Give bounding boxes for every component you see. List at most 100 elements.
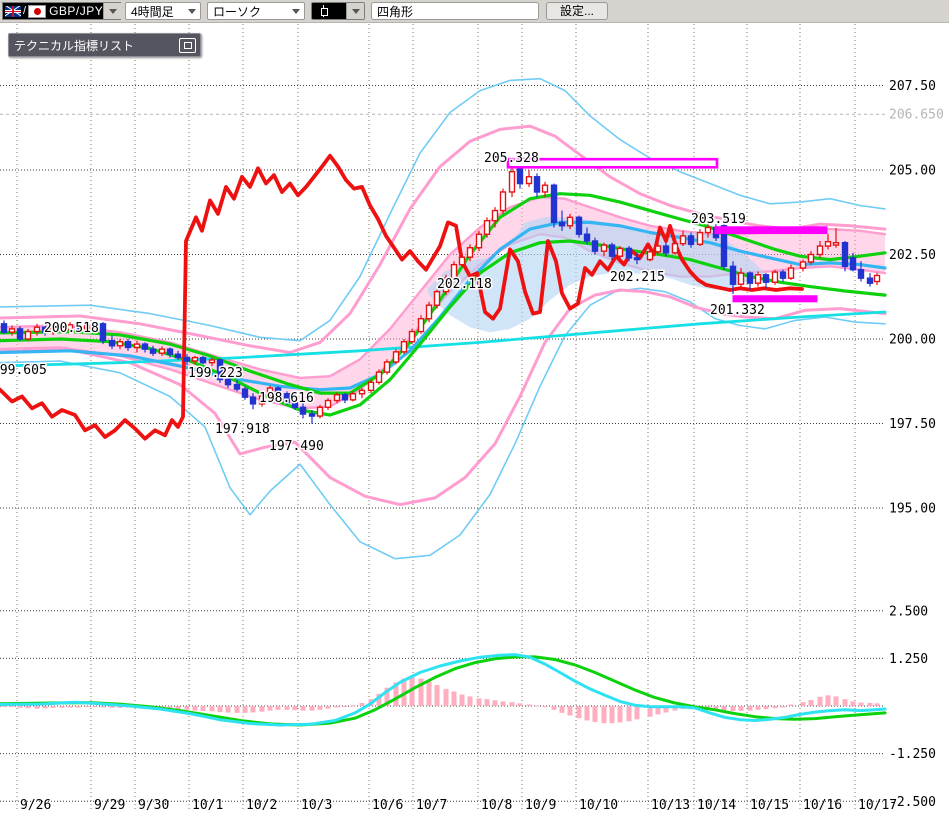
price-annotation-label: 202.118 (437, 277, 492, 292)
macd-histogram-bar (67, 706, 73, 708)
macd-histogram-bar (833, 696, 839, 706)
candle-up (333, 394, 341, 402)
axis-label: 202.50 (889, 248, 936, 263)
red-indicator-line (0, 153, 804, 441)
currency-pair-select[interactable]: / GBP/JPY (2, 2, 122, 20)
price-annotation-label: 203.519 (691, 212, 746, 227)
candle-down (558, 221, 566, 227)
axis-label: 10/3 (301, 798, 332, 813)
candle-up (375, 371, 383, 383)
candle-up (499, 191, 507, 212)
macd-histogram-bar (592, 706, 598, 723)
macd-histogram-bar (517, 703, 523, 706)
macd-histogram-bar (434, 685, 440, 706)
macd-histogram-bar (267, 706, 273, 711)
axis-label: 2.500 (889, 604, 928, 619)
candle-up (8, 328, 16, 333)
candle-down (16, 328, 24, 340)
axis-label: 10/1 (192, 798, 223, 813)
timeframe-label: 4時間足 (131, 4, 174, 19)
macd-histogram-bar (817, 696, 823, 706)
macd-histogram-bar (867, 702, 873, 706)
candle-down (141, 343, 149, 350)
drawn-rectangle[interactable] (732, 295, 818, 303)
candle-color-select[interactable] (311, 2, 365, 20)
chart-type-select[interactable]: ローソク (207, 2, 305, 20)
macd-histogram-bar (874, 703, 880, 706)
settings-button[interactable]: 設定... (546, 2, 608, 20)
macd-histogram-bar (800, 702, 806, 706)
timeframe-dropdown-button[interactable] (183, 3, 200, 19)
candle-down (233, 383, 241, 390)
macd-histogram-bar (584, 706, 590, 721)
macd-histogram-bar (609, 706, 615, 724)
macd-histogram-bar (772, 706, 778, 709)
macd-histogram-bar (576, 706, 582, 719)
chart-canvas[interactable]: 207.50 205.00 202.50 200.00 197.50 195.00 206.… (0, 0, 949, 820)
macd-histogram-bar (500, 701, 506, 706)
axis-label: 206.650 (889, 108, 944, 123)
chevron-down-icon (291, 8, 300, 14)
pair-dropdown-button[interactable] (103, 3, 122, 19)
drawn-rectangle[interactable] (506, 157, 719, 169)
macd-histogram-bar (721, 706, 727, 711)
technical-indicator-list-panel[interactable]: テクニカル指標リスト (8, 33, 201, 57)
candle-down (124, 341, 132, 349)
candle-down (866, 277, 874, 284)
candle-up (475, 233, 483, 249)
candle-down (99, 323, 107, 342)
macd-histogram-bar (109, 706, 115, 708)
macd-histogram-bar (601, 706, 607, 724)
macd-histogram-bar (738, 706, 744, 711)
macd-histogram-bar (292, 706, 298, 711)
candle-down (729, 265, 737, 285)
macd-histogram-bar (1, 706, 7, 707)
candle-up (646, 251, 654, 261)
candle-down (746, 272, 754, 284)
candle-up (433, 290, 441, 306)
macd-histogram-bar (334, 706, 340, 708)
candle-down (241, 388, 249, 398)
macd-histogram-bar (275, 706, 281, 710)
candle-up (754, 274, 762, 284)
macd-histogram-bar (484, 699, 490, 706)
drawing-tool-input[interactable] (371, 2, 539, 20)
macd-histogram-bar (17, 706, 23, 708)
drawn-rectangle[interactable] (714, 226, 828, 235)
candle-up (525, 176, 533, 185)
timeframe-select[interactable]: 4時間足 (125, 2, 201, 20)
candle-down (662, 245, 670, 254)
macd-histogram-bar (259, 706, 265, 712)
macd-histogram-bar (626, 706, 632, 722)
macd-histogram-bar (317, 706, 323, 710)
axis-label: 9/29 (94, 798, 125, 813)
macd-histogram-bar (617, 706, 623, 723)
macd-histogram-bar (534, 705, 540, 707)
japan-flag-icon (28, 4, 47, 18)
macd-histogram-bar (42, 706, 48, 709)
candle-up (508, 170, 516, 193)
price-annotation-label: 205.328 (484, 151, 539, 166)
candle-down (687, 235, 695, 246)
chart-type-dropdown-button[interactable] (287, 3, 304, 19)
candle-up (417, 318, 425, 333)
candle-up (771, 271, 779, 283)
macd-histogram-bar (842, 699, 848, 706)
macd-histogram-bar (459, 694, 465, 706)
axis-label: 10/6 (372, 798, 403, 813)
macd-histogram-bar (526, 704, 532, 706)
candle-up (491, 209, 499, 222)
restore-icon[interactable] (179, 37, 196, 53)
candle-up (191, 356, 199, 362)
candle-color-dropdown-button[interactable] (346, 3, 364, 19)
candle-down (857, 269, 865, 279)
macd-histogram-bar (192, 706, 198, 711)
candle-up (816, 245, 824, 256)
pair-flags: / (5, 4, 47, 18)
currency-pair-label: GBP/JPY (49, 4, 104, 18)
macd-histogram-bar (184, 706, 190, 710)
macd-histogram-bar (542, 706, 548, 708)
candle-up (787, 267, 795, 279)
macd-histogram-bar (808, 699, 814, 706)
candle-down (583, 233, 591, 242)
